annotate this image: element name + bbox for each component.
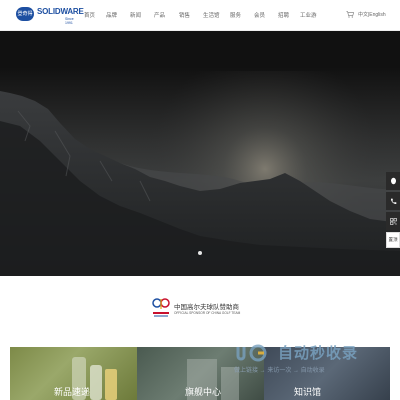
nav-item-news[interactable]: 新闻 xyxy=(130,11,141,19)
language-switch[interactable]: 中文|English xyxy=(358,11,386,18)
tile-label-flagship: 旗舰中心 xyxy=(185,387,222,397)
floating-sidebar: 置顶 xyxy=(386,172,400,250)
penguin-icon xyxy=(390,177,396,185)
sponsor-subtitle: OFFICIAL SPONSOR OF CHINA GOLF TEAM xyxy=(174,311,241,315)
nav-item-jobs[interactable]: 招聘 xyxy=(278,11,289,19)
nav-item-lifestyle[interactable]: 生活馆 xyxy=(203,11,220,19)
logo-since: Since 1991 xyxy=(65,17,74,25)
phone-button[interactable] xyxy=(386,192,400,210)
sponsor-block: 中国高尔夫球队赞助商 OFFICIAL SPONSOR OF CHINA GOL… xyxy=(152,296,262,324)
cart-icon[interactable] xyxy=(346,11,354,18)
watermark-logo-icon xyxy=(236,344,267,362)
nav-item-sales[interactable]: 销售 xyxy=(179,11,190,19)
tile-label-new-products: 新品速递 xyxy=(54,387,91,397)
page: 登奇得 SOLIDWARE Since 1991 首页 品牌 新闻 产品 销售 … xyxy=(0,0,400,400)
site-header: 登奇得 SOLIDWARE Since 1991 首页 品牌 新闻 产品 销售 … xyxy=(0,0,400,31)
qrcode-icon xyxy=(389,217,397,225)
phone-icon xyxy=(390,198,396,204)
nav-item-tour[interactable]: 工业游 xyxy=(300,11,317,19)
logo-badge: 登奇得 xyxy=(16,7,34,21)
hero-banner xyxy=(0,31,400,276)
sponsor-title: 中国高尔夫球队赞助商 xyxy=(174,304,239,311)
qrcode-button[interactable] xyxy=(386,212,400,230)
watermark-subtitle: 做上链接 → 来访一次 → 自动收录 xyxy=(234,368,325,374)
mountain-landscape-image xyxy=(0,71,400,276)
nav-item-brand[interactable]: 品牌 xyxy=(106,11,117,19)
watermark-overlay: 自动秒收录 做上链接 → 来访一次 → 自动收录 xyxy=(234,340,384,380)
nav-item-member[interactable]: 会员 xyxy=(254,11,265,19)
tile-new-products[interactable]: 新品速递 xyxy=(10,347,137,400)
brand-logo[interactable]: 登奇得 SOLIDWARE Since 1991 xyxy=(16,7,84,25)
tile-label-knowledge: 知识馆 xyxy=(294,387,322,397)
watermark-title: 自动秒收录 xyxy=(278,345,359,362)
nav-item-service[interactable]: 服务 xyxy=(230,11,241,19)
nav-item-home[interactable]: 首页 xyxy=(84,11,95,19)
back-to-top-button[interactable]: 置顶 xyxy=(386,232,400,248)
slide-indicator-dot[interactable] xyxy=(198,251,202,255)
golf-team-emblem xyxy=(152,298,170,317)
chat-button[interactable] xyxy=(386,172,400,190)
logo-wordmark: SOLIDWARE xyxy=(37,7,84,16)
nav-item-products[interactable]: 产品 xyxy=(154,11,165,19)
